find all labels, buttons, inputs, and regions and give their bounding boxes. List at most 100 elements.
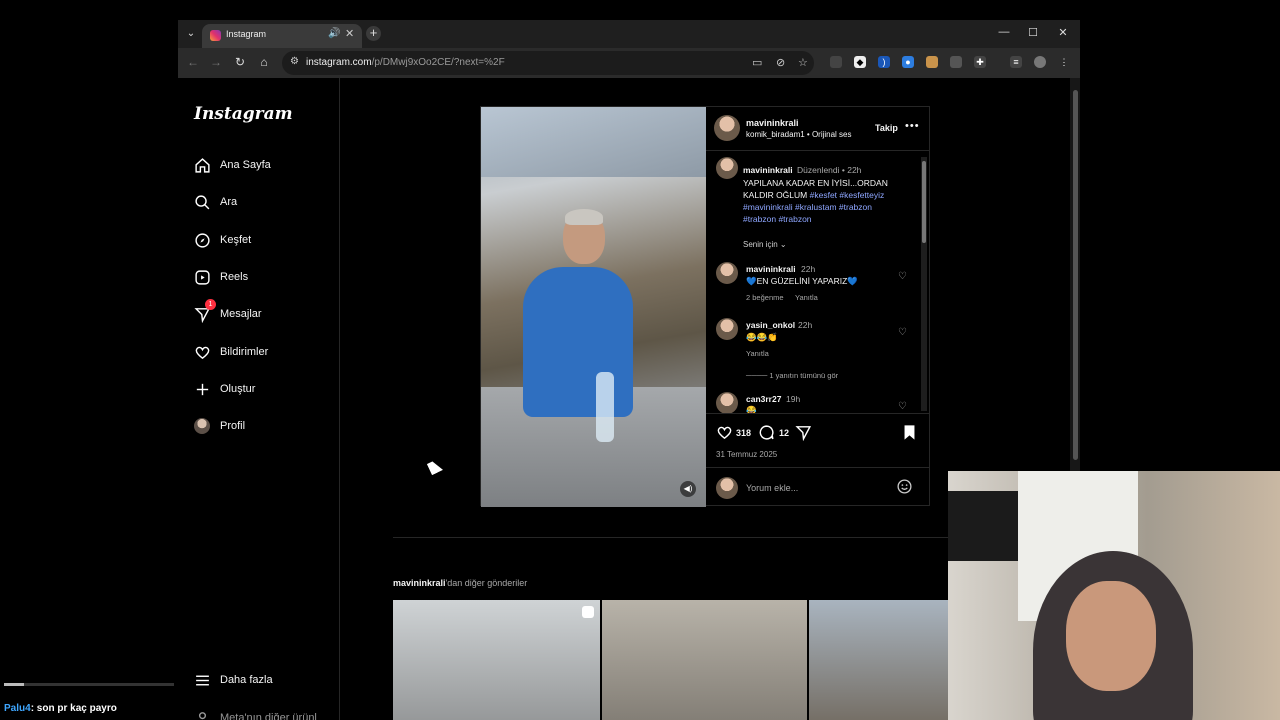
- avatar[interactable]: [714, 115, 740, 141]
- comment-likes[interactable]: 2 beğenme: [746, 293, 784, 302]
- comment-user[interactable]: yasin_onkol: [746, 320, 795, 330]
- media-control-icon[interactable]: ≡: [1010, 56, 1022, 68]
- comment-bubble-icon[interactable]: [758, 424, 775, 446]
- menu-dots-icon[interactable]: ⋮: [1058, 56, 1070, 68]
- stream-chat-message: Palu4: son pr kaç payro: [4, 703, 117, 714]
- explore-icon: [192, 230, 212, 250]
- caption-user[interactable]: mavininkrali: [743, 165, 793, 175]
- comment-sort[interactable]: Senin için ⌄: [743, 240, 787, 249]
- chat-username: Palu4: [4, 703, 31, 714]
- instagram-favicon-icon: [210, 30, 221, 41]
- tab-close-icon[interactable]: ✕: [345, 27, 354, 40]
- hamburger-menu-icon: [192, 670, 212, 690]
- sidebar-item-meta[interactable]: Meta'nın diğer ürünl: [192, 705, 317, 720]
- chat-progress: [4, 683, 174, 686]
- url-text[interactable]: instagram.com/p/DMwj9xOo2CE/?next=%2F: [306, 57, 505, 68]
- minimize-icon[interactable]: —: [994, 26, 1014, 38]
- section-divider: [393, 537, 973, 538]
- comments-scrollbar[interactable]: [921, 157, 927, 411]
- more-post-thumbnail[interactable]: [602, 600, 807, 720]
- like-comment-heart-icon[interactable]: ♡: [898, 327, 907, 338]
- screen: ⌄ Instagram 🔊 ✕ + — ☐ ✕ ← → ↻ ⌂ ⚙ instag…: [0, 0, 1280, 720]
- comment-time: 19h: [786, 394, 801, 404]
- post-video[interactable]: ◀): [481, 107, 706, 507]
- share-icon[interactable]: [795, 424, 812, 446]
- more-post-thumbnail[interactable]: [393, 600, 600, 720]
- comment-user[interactable]: mavininkrali: [746, 264, 796, 274]
- cast-icon[interactable]: ▭: [752, 56, 762, 69]
- reply-link[interactable]: Yanıtla: [746, 349, 769, 358]
- avatar: [192, 416, 212, 436]
- hide-icon[interactable]: ⊘: [776, 56, 785, 69]
- maximize-icon[interactable]: ☐: [1023, 26, 1043, 39]
- tab-audio-icon[interactable]: 🔊: [328, 28, 340, 39]
- sidebar-item-notifications[interactable]: Bildirimler: [192, 339, 268, 365]
- forward-icon[interactable]: →: [208, 55, 224, 69]
- browser-window: ⌄ Instagram 🔊 ✕ + — ☐ ✕ ← → ↻ ⌂ ⚙ instag…: [178, 20, 1080, 720]
- extension-icon[interactable]: [926, 56, 938, 68]
- address-bar[interactable]: ⚙ instagram.com/p/DMwj9xOo2CE/?next=%2F …: [282, 51, 814, 75]
- more-posts-title: mavininkrali'dan diğer gönderiler: [393, 578, 528, 588]
- heart-icon: [192, 342, 212, 362]
- avatar[interactable]: [716, 392, 738, 413]
- sidebar-item-search[interactable]: Ara: [192, 189, 237, 215]
- avatar: [716, 477, 738, 499]
- browser-toolbar: ← → ↻ ⌂ ⚙ instagram.com/p/DMwj9xOo2CE/?n…: [178, 48, 1080, 78]
- extensions-puzzle-icon[interactable]: ✚: [974, 56, 986, 68]
- comment-text: 😂😂👏: [746, 332, 778, 342]
- emoji-icon[interactable]: [896, 478, 913, 500]
- extension-icon[interactable]: ◆: [854, 56, 866, 68]
- like-heart-icon[interactable]: [716, 424, 733, 446]
- notification-badge: 1: [205, 299, 216, 310]
- webcam-overlay: [948, 471, 1280, 720]
- avatar[interactable]: [716, 157, 738, 179]
- caption-meta: Düzenlendi • 22h: [797, 165, 862, 175]
- like-count[interactable]: 318: [736, 428, 751, 438]
- extension-icon[interactable]: ): [878, 56, 890, 68]
- site-info-icon[interactable]: ⚙: [290, 56, 299, 67]
- new-tab-button[interactable]: +: [366, 26, 381, 41]
- sidebar-item-messages[interactable]: 1 Mesajlar: [192, 299, 262, 327]
- like-comment-heart-icon[interactable]: ♡: [898, 401, 907, 412]
- post-author[interactable]: mavininkrali: [746, 118, 799, 128]
- extension-icon[interactable]: ●: [902, 56, 914, 68]
- instagram-logo[interactable]: Instagram: [194, 104, 293, 124]
- home-button-icon[interactable]: ⌂: [256, 55, 272, 69]
- volume-icon[interactable]: ◀): [680, 481, 696, 497]
- comment-count[interactable]: 12: [779, 428, 789, 438]
- bookmark-star-icon[interactable]: ☆: [798, 56, 808, 69]
- sidebar-item-more[interactable]: Daha fazla: [192, 667, 273, 693]
- sidebar-item-home[interactable]: Ana Sayfa: [192, 152, 271, 178]
- instagram-page: Instagram Ana Sayfa Ara Keşfet Reels 1 M…: [178, 78, 1080, 720]
- comment-user[interactable]: can3rr27: [746, 394, 781, 404]
- sidebar: Instagram Ana Sayfa Ara Keşfet Reels 1 M…: [178, 78, 340, 720]
- reload-icon[interactable]: ↻: [232, 55, 248, 69]
- tab-search-chevron-icon[interactable]: ⌄: [184, 27, 198, 41]
- back-icon[interactable]: ←: [185, 55, 201, 69]
- like-comment-heart-icon[interactable]: ♡: [898, 271, 907, 282]
- sidebar-item-reels[interactable]: Reels: [192, 264, 248, 290]
- home-icon: [192, 155, 212, 175]
- comment-input[interactable]: Yorum ekle...: [746, 483, 798, 493]
- sidebar-item-profile[interactable]: Profil: [192, 413, 245, 439]
- comment-text: 😂: [746, 405, 757, 413]
- plus-icon: [192, 379, 212, 399]
- view-replies-link[interactable]: ──── 1 yanıtın tümünü gör: [746, 371, 838, 380]
- comments-list: mavininkrali Düzenlendi • 22h YAPILANA K…: [706, 151, 930, 413]
- audio-label[interactable]: komik_biradam1 • Orijinal ses: [746, 130, 852, 139]
- profile-avatar[interactable]: [1034, 56, 1046, 68]
- reply-link[interactable]: Yanıtla: [795, 293, 818, 302]
- save-bookmark-icon[interactable]: [902, 424, 917, 446]
- more-options-icon[interactable]: •••: [905, 120, 920, 132]
- extension-icon[interactable]: [950, 56, 962, 68]
- avatar[interactable]: [716, 262, 738, 284]
- chat-text: : son pr kaç payro: [30, 703, 117, 714]
- close-window-icon[interactable]: ✕: [1053, 26, 1073, 39]
- sidebar-item-create[interactable]: Oluştur: [192, 376, 255, 402]
- extension-icon[interactable]: [830, 56, 842, 68]
- browser-tab[interactable]: Instagram 🔊 ✕: [202, 24, 362, 48]
- avatar[interactable]: [716, 318, 738, 340]
- follow-button[interactable]: Takip: [875, 123, 898, 133]
- add-comment-bar: Yorum ekle...: [706, 467, 930, 507]
- sidebar-item-explore[interactable]: Keşfet: [192, 227, 251, 253]
